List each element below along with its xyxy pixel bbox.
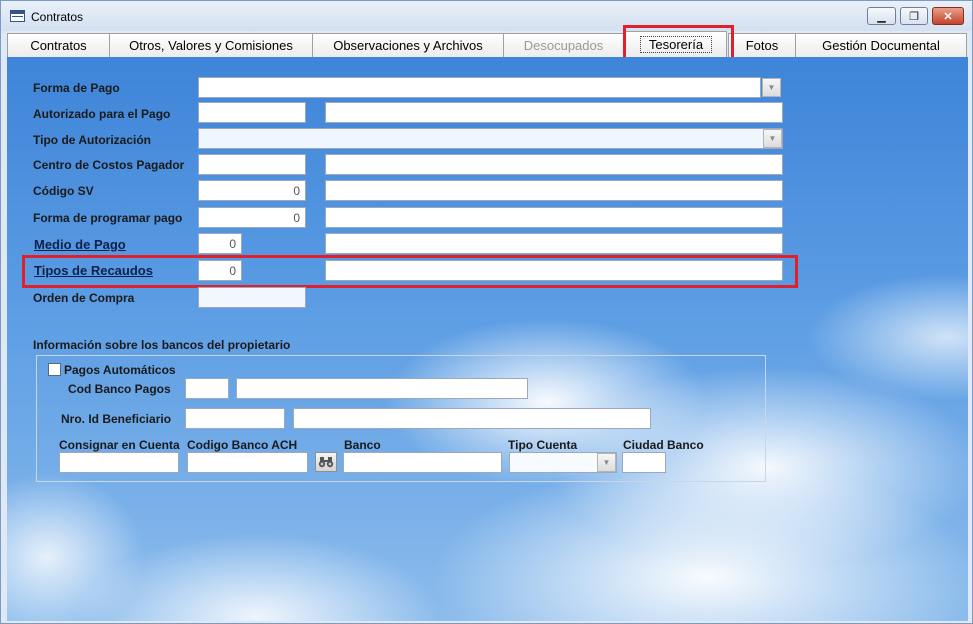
tipos-recaudos-desc-input[interactable] (325, 260, 783, 281)
tab-bar: Contratos Otros, Valores y Comisiones Ob… (7, 31, 968, 57)
centro-costos-label: Centro de Costos Pagador (33, 158, 185, 172)
tipo-autorizacion-label: Tipo de Autorización (33, 133, 152, 147)
beneficiario-name-input[interactable] (293, 408, 651, 429)
restore-icon: ❐ (909, 10, 919, 23)
close-icon: ✕ (943, 10, 953, 23)
tipos-recaudos-input[interactable]: 0 (198, 260, 242, 281)
centro-costos-code-input[interactable] (198, 154, 306, 175)
tesoreria-panel: Forma de Pago ▼ Autorizado para el Pago … (7, 57, 968, 621)
forma-pago-label: Forma de Pago (33, 81, 120, 95)
tipo-cuenta-label: Tipo Cuenta (508, 438, 578, 452)
autorizado-code-input[interactable] (198, 102, 306, 123)
contratos-window: Contratos ▁ ❐ ✕ Contratos Otros, Valores… (0, 0, 973, 624)
tab-fotos[interactable]: Fotos (728, 33, 796, 57)
tab-contratos[interactable]: Contratos (7, 33, 110, 57)
window-title: Contratos (31, 10, 84, 24)
tab-tesoreria-label: Tesorería (639, 36, 713, 53)
forma-pago-dropdown[interactable]: ▼ (762, 78, 781, 97)
nro-id-beneficiario-label: Nro. Id Beneficiario (61, 412, 172, 426)
tab-gestion-documental[interactable]: Gestión Documental (795, 33, 967, 57)
tipo-autorizacion-dropdown[interactable]: ▼ (763, 129, 782, 148)
chevron-down-icon: ▼ (602, 458, 611, 467)
autorizado-label: Autorizado para el Pago (33, 107, 171, 121)
banco-input[interactable] (343, 452, 502, 473)
banco-label: Banco (344, 438, 381, 452)
cod-banco-pagos-label: Cod Banco Pagos (68, 382, 171, 396)
medio-pago-desc-input[interactable] (325, 233, 783, 254)
binoculars-icon (318, 457, 334, 468)
minimize-button[interactable]: ▁ (867, 7, 896, 25)
ciudad-banco-input[interactable] (622, 452, 666, 473)
codigo-sv-desc-input[interactable] (325, 180, 783, 201)
codigo-banco-ach-label: Codigo Banco ACH (187, 438, 298, 452)
tipo-autorizacion-select[interactable] (198, 128, 783, 149)
centro-costos-name-input[interactable] (325, 154, 783, 175)
tab-desocupados: Desocupados (503, 33, 624, 57)
consignar-cuenta-label: Consignar en Cuenta (59, 438, 180, 452)
orden-compra-input[interactable] (198, 287, 306, 308)
bancos-section-title: Información sobre los bancos del propiet… (33, 338, 291, 352)
tipo-cuenta-dropdown[interactable]: ▼ (597, 453, 616, 472)
minimize-icon: ▁ (877, 10, 886, 23)
consignar-cuenta-input[interactable] (59, 452, 179, 473)
chevron-down-icon: ▼ (768, 134, 777, 143)
cod-banco-pagos-input[interactable] (185, 378, 229, 399)
pagos-automaticos-label: Pagos Automáticos (64, 363, 176, 377)
forma-programar-label: Forma de programar pago (33, 211, 183, 225)
forma-programar-input[interactable]: 0 (198, 207, 306, 228)
codigo-banco-ach-input[interactable] (187, 452, 308, 473)
forma-pago-select[interactable] (198, 77, 761, 98)
nro-id-beneficiario-input[interactable] (185, 408, 285, 429)
autorizado-name-input[interactable] (325, 102, 783, 123)
orden-compra-label: Orden de Compra (33, 291, 135, 305)
tab-tesoreria[interactable]: Tesorería (625, 31, 727, 57)
medio-pago-link[interactable]: Medio de Pago (34, 237, 126, 252)
restore-button[interactable]: ❐ (900, 7, 928, 25)
codigo-sv-input[interactable]: 0 (198, 180, 306, 201)
cod-banco-pagos-desc-input[interactable] (236, 378, 528, 399)
title-bar: Contratos ▁ ❐ ✕ (1, 1, 972, 31)
chevron-down-icon: ▼ (767, 83, 776, 92)
close-button[interactable]: ✕ (932, 7, 964, 25)
forma-programar-desc-input[interactable] (325, 207, 783, 228)
pagos-automaticos-checkbox[interactable] (48, 363, 61, 376)
medio-pago-input[interactable]: 0 (198, 233, 242, 254)
tipos-recaudos-link[interactable]: Tipos de Recaudos (34, 263, 153, 278)
table-icon (10, 10, 25, 22)
tab-observaciones[interactable]: Observaciones y Archivos (312, 33, 504, 57)
codigo-sv-label: Código SV (33, 184, 94, 198)
tab-otros-valores[interactable]: Otros, Valores y Comisiones (109, 33, 313, 57)
ciudad-banco-label: Ciudad Banco (623, 438, 704, 452)
buscar-banco-button[interactable] (315, 452, 337, 472)
